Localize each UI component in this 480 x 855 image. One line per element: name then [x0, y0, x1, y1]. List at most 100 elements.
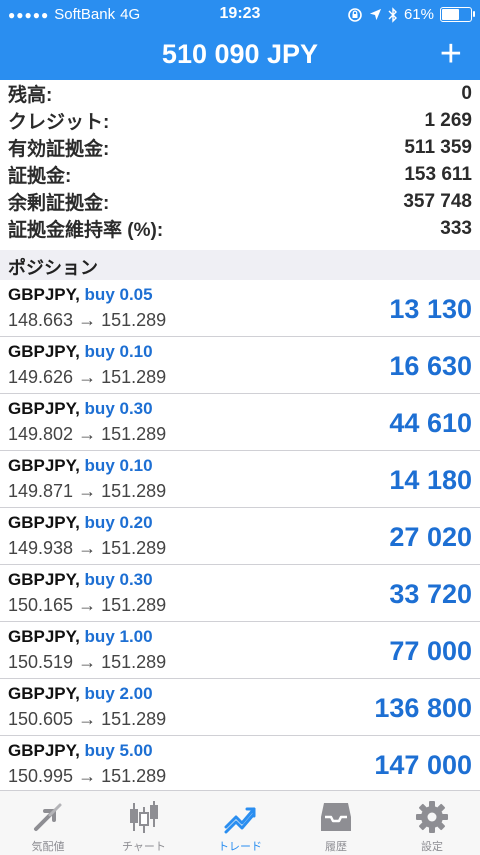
settings-gear-icon: [416, 801, 448, 833]
position-prices: 150.165 → 151.289: [8, 595, 167, 615]
position-profit: 13 130: [389, 294, 472, 324]
summary-label: 証拠金維持率 (%):: [8, 220, 164, 241]
account-balance-title: 510 090 JPY: [161, 39, 319, 69]
position-symbol-line: GBPJPY, buy 0.20: [8, 513, 153, 533]
position-row[interactable]: GBPJPY, buy 0.30 150.165 → 151.289 33 72…: [0, 565, 480, 622]
position-symbol: GBPJPY,: [8, 342, 80, 361]
position-side: buy 0.30: [84, 399, 153, 418]
summary-row-credit: クレジット: 1 269: [0, 107, 480, 134]
positions-section-header: ポジション: [0, 250, 480, 280]
tab-label: 履歴: [325, 841, 347, 853]
summary-row-margin: 証拠金: 153 611: [0, 161, 480, 188]
summary-label: 有効証拠金:: [8, 139, 110, 160]
position-symbol: GBPJPY,: [8, 513, 80, 532]
tab-bar: 気配値 チャート トレード 履歴 設定: [0, 790, 480, 855]
trade-trend-icon: [224, 807, 256, 834]
summary-value: 511 359: [404, 136, 472, 158]
tab-history[interactable]: 履歴: [288, 791, 384, 855]
tab-chart[interactable]: チャート: [96, 791, 192, 855]
position-profit: 77 000: [389, 636, 472, 666]
summary-label: クレジット:: [8, 112, 110, 133]
battery-level: [442, 9, 459, 20]
tab-quotes[interactable]: 気配値: [0, 791, 96, 855]
tab-label: 気配値: [31, 841, 65, 853]
position-row[interactable]: GBPJPY, buy 0.10 149.626 → 151.289 16 63…: [0, 337, 480, 394]
position-side: buy 5.00: [84, 741, 153, 760]
position-profit: 44 610: [389, 408, 472, 438]
history-tray-icon: [321, 803, 351, 831]
position-symbol-line: GBPJPY, buy 0.30: [8, 570, 153, 590]
position-prices: 150.995 → 151.289: [8, 766, 167, 786]
nav-bar: 510 090 JPY +: [0, 30, 480, 80]
summary-row-equity: 有効証拠金: 511 359: [0, 134, 480, 161]
position-side: buy 2.00: [84, 684, 153, 703]
summary-value: 333: [440, 217, 472, 239]
rotation-lock-icon: [348, 7, 362, 22]
position-symbol: GBPJPY,: [8, 684, 80, 703]
position-profit: 16 630: [389, 351, 472, 381]
position-row[interactable]: GBPJPY, buy 0.30 149.802 → 151.289 44 61…: [0, 394, 480, 451]
section-title: ポジション: [8, 258, 98, 278]
battery-icon: [440, 7, 475, 22]
position-side: buy 0.20: [84, 513, 153, 532]
position-symbol: GBPJPY,: [8, 627, 80, 646]
status-right: 61%: [347, 6, 475, 23]
position-row[interactable]: GBPJPY, buy 0.05 148.663 → 151.289 13 13…: [0, 280, 480, 337]
position-symbol: GBPJPY,: [8, 741, 80, 760]
position-side: buy 0.30: [84, 570, 153, 589]
position-prices: 150.519 → 151.289: [8, 652, 167, 672]
location-arrow-icon: [369, 8, 382, 21]
position-symbol-line: GBPJPY, buy 2.00: [8, 684, 153, 704]
position-symbol-line: GBPJPY, buy 0.30: [8, 399, 153, 419]
position-profit: 136 800: [374, 693, 472, 723]
position-symbol-line: GBPJPY, buy 0.10: [8, 456, 153, 476]
summary-label: 残高:: [8, 85, 53, 106]
position-profit: 147 000: [374, 750, 472, 780]
position-row[interactable]: GBPJPY, buy 2.00 150.605 → 151.289 136 8…: [0, 679, 480, 736]
account-summary: 残高: 0 クレジット: 1 269 有効証拠金: 511 359 証拠金: 1…: [0, 80, 480, 242]
tab-trade[interactable]: トレード: [192, 791, 288, 855]
position-symbol: GBPJPY,: [8, 456, 80, 475]
position-symbol: GBPJPY,: [8, 570, 80, 589]
position-prices: 149.938 → 151.289: [8, 538, 167, 558]
tab-settings[interactable]: 設定: [384, 791, 480, 855]
position-row[interactable]: GBPJPY, buy 0.20 149.938 → 151.289 27 02…: [0, 508, 480, 565]
position-side: buy 0.10: [84, 342, 153, 361]
position-symbol-line: GBPJPY, buy 0.05: [8, 285, 153, 305]
position-symbol: GBPJPY,: [8, 285, 80, 304]
tab-label: 設定: [421, 841, 443, 853]
summary-value: 357 748: [403, 190, 472, 212]
position-prices: 149.871 → 151.289: [8, 481, 167, 501]
quotes-arrows-icon: [34, 803, 62, 831]
summary-value: 0: [461, 82, 472, 104]
positions-list: GBPJPY, buy 0.05 148.663 → 151.289 13 13…: [0, 280, 480, 793]
position-side: buy 0.05: [84, 285, 153, 304]
position-side: buy 0.10: [84, 456, 153, 475]
bluetooth-icon: [388, 6, 397, 23]
new-order-button[interactable]: +: [440, 34, 462, 74]
summary-label: 余剰証拠金:: [8, 193, 110, 214]
position-symbol-line: GBPJPY, buy 1.00: [8, 627, 153, 647]
battery-percent: 61%: [403, 6, 434, 23]
position-prices: 148.663 → 151.289: [8, 310, 167, 330]
position-profit: 33 720: [389, 579, 472, 609]
position-symbol-line: GBPJPY, buy 5.00: [8, 741, 153, 761]
summary-row-balance: 残高: 0: [0, 80, 480, 107]
position-row[interactable]: GBPJPY, buy 0.10 149.871 → 151.289 14 18…: [0, 451, 480, 508]
summary-label: 証拠金:: [8, 166, 72, 187]
position-profit: 14 180: [389, 465, 472, 495]
position-side: buy 1.00: [84, 627, 153, 646]
summary-value: 1 269: [424, 109, 472, 131]
tab-label: トレード: [218, 841, 262, 853]
position-symbol-line: GBPJPY, buy 0.10: [8, 342, 153, 362]
position-prices: 149.626 → 151.289: [8, 367, 167, 387]
summary-row-free-margin: 余剰証拠金: 357 748: [0, 188, 480, 215]
position-row[interactable]: GBPJPY, buy 5.00 150.995 → 151.289 147 0…: [0, 736, 480, 793]
position-profit: 27 020: [389, 522, 472, 552]
summary-value: 153 611: [404, 163, 472, 185]
position-symbol: GBPJPY,: [8, 399, 80, 418]
tab-label: チャート: [122, 841, 166, 853]
position-row[interactable]: GBPJPY, buy 1.00 150.519 → 151.289 77 00…: [0, 622, 480, 679]
position-prices: 150.605 → 151.289: [8, 709, 167, 729]
candlestick-chart-icon: [130, 801, 158, 833]
